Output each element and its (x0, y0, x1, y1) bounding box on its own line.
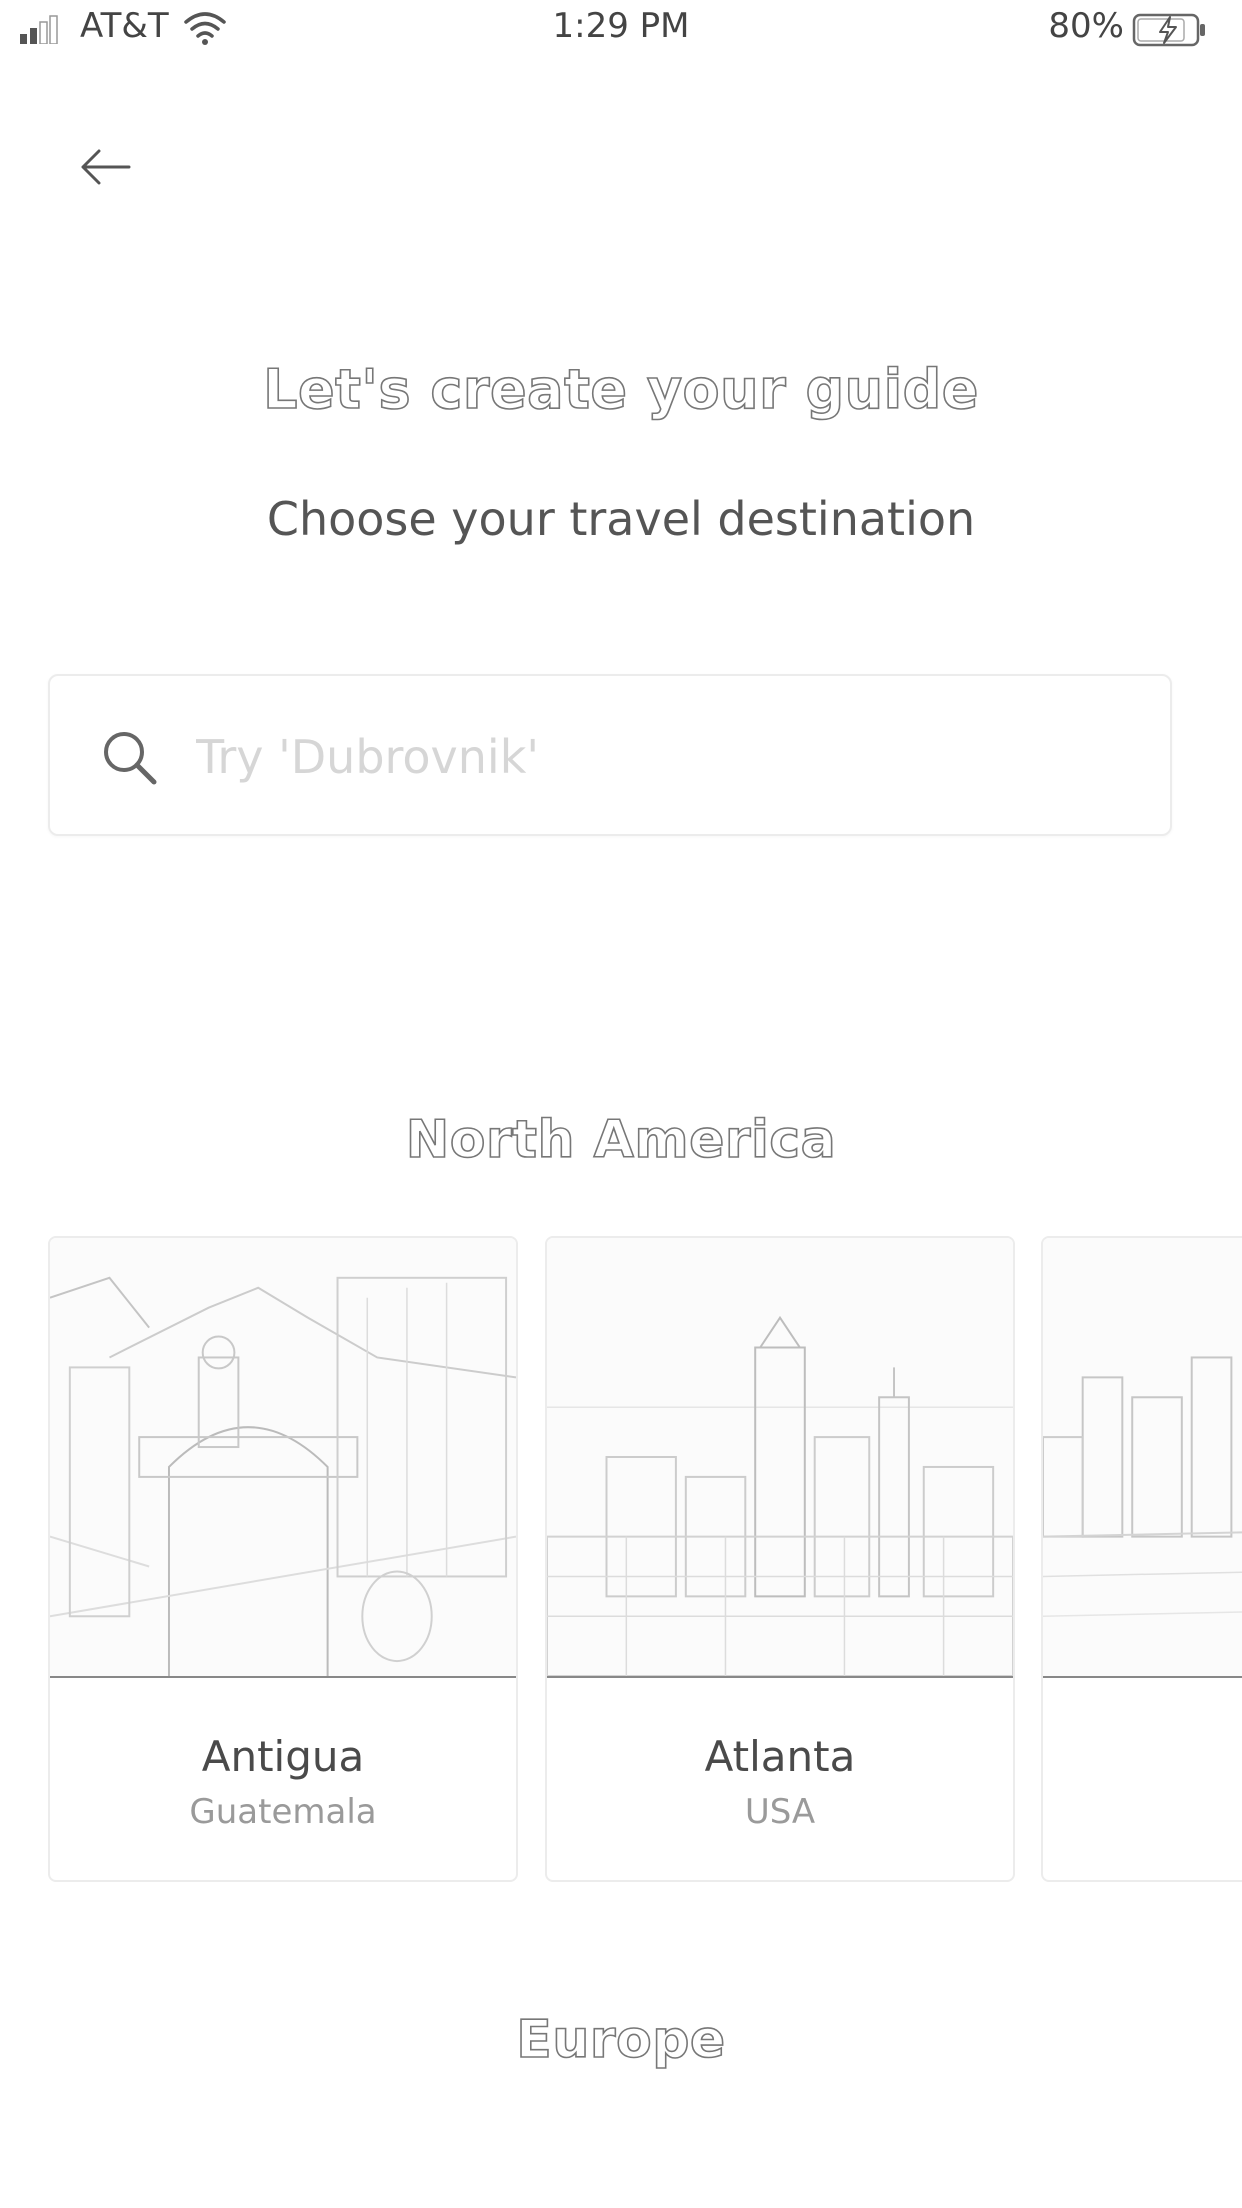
page-subtitle: Choose your travel destination (266, 492, 976, 546)
destination-card-partial[interactable] (1041, 1236, 1242, 1882)
search-input[interactable] (194, 718, 1098, 796)
destination-image (1043, 1238, 1242, 1678)
destination-name: Antigua (201, 1732, 365, 1781)
status-bar: AT&T 1:29 PM 80% (0, 0, 1242, 60)
search-icon (104, 732, 157, 785)
section-title-europe: Europe (515, 2009, 726, 2071)
destination-carousel[interactable]: Antigua Guatemala Atlanta USA (0, 1236, 1242, 1886)
destination-card-atlanta[interactable]: Atlanta USA (545, 1236, 1015, 1882)
search-box[interactable] (48, 674, 1172, 836)
section-title-north-america: North America (405, 1109, 837, 1171)
destination-image (547, 1238, 1013, 1678)
page-title: Let's create your guide (262, 357, 979, 422)
destination-name: Atlanta (704, 1732, 856, 1781)
destination-card-antigua[interactable]: Antigua Guatemala (48, 1236, 518, 1882)
battery-percentage: 80% (1048, 6, 1124, 46)
battery-charging-icon (1132, 13, 1205, 47)
back-button[interactable] (70, 132, 140, 202)
destination-image (50, 1238, 516, 1678)
destination-country: Guatemala (189, 1792, 377, 1832)
arrow-left-icon (81, 149, 131, 185)
destination-country: USA (744, 1792, 816, 1832)
